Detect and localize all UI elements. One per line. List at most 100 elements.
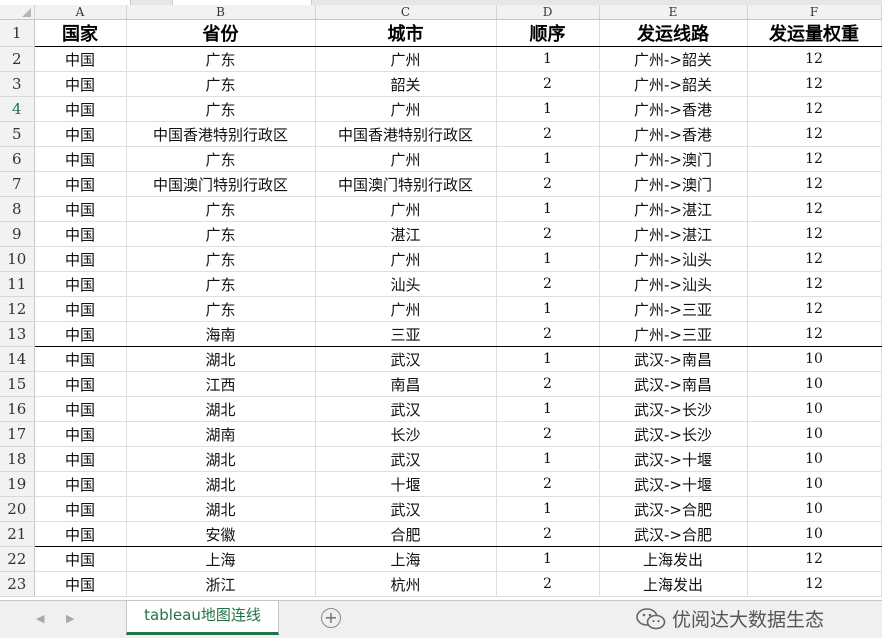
cell-city[interactable]: 中国香港特别行政区 [315, 121, 497, 147]
cell-route[interactable]: 武汉->长沙 [599, 396, 748, 422]
cell-order[interactable]: 1 [496, 146, 600, 172]
cell-city[interactable]: 杭州 [315, 571, 497, 597]
cell-province[interactable]: 广东 [126, 246, 316, 272]
cell-province[interactable]: 中国香港特别行政区 [126, 121, 316, 147]
row-number[interactable]: 6 [0, 146, 35, 172]
cell-country[interactable]: 中国 [34, 546, 127, 572]
cell-route[interactable]: 广州->湛江 [599, 221, 748, 247]
cell-province[interactable]: 海南 [126, 321, 316, 347]
row-number[interactable]: 8 [0, 196, 35, 222]
cell-country[interactable]: 中国 [34, 421, 127, 447]
cell-weight[interactable]: 12 [747, 71, 882, 97]
cell-weight[interactable]: 12 [747, 571, 882, 597]
cell-order[interactable]: 2 [496, 171, 600, 197]
cell-city[interactable]: 长沙 [315, 421, 497, 447]
column-header-b[interactable]: B [126, 5, 316, 20]
cell-route[interactable]: 广州->香港 [599, 96, 748, 122]
cell-city[interactable]: 韶关 [315, 71, 497, 97]
cell-country[interactable]: 中国 [34, 346, 127, 372]
cell-order[interactable]: 1 [496, 496, 600, 522]
row-number[interactable]: 18 [0, 446, 35, 472]
cell-city[interactable]: 合肥 [315, 521, 497, 547]
row-number[interactable]: 17 [0, 421, 35, 447]
cell-order[interactable]: 1 [496, 346, 600, 372]
row-number[interactable]: 2 [0, 46, 35, 72]
cell-province[interactable]: 湖北 [126, 471, 316, 497]
cell-route[interactable]: 武汉->南昌 [599, 346, 748, 372]
cell-province[interactable]: 广东 [126, 46, 316, 72]
cell-route[interactable]: 广州->澳门 [599, 146, 748, 172]
cell-weight[interactable]: 10 [747, 371, 882, 397]
cell-route[interactable]: 广州->澳门 [599, 171, 748, 197]
cell-country[interactable]: 中国 [34, 221, 127, 247]
cell-weight[interactable]: 10 [747, 521, 882, 547]
cell-order[interactable]: 2 [496, 571, 600, 597]
row-number[interactable]: 20 [0, 496, 35, 522]
cell-order[interactable]: 2 [496, 321, 600, 347]
row-number[interactable]: 11 [0, 271, 35, 297]
cell-route[interactable]: 广州->韶关 [599, 71, 748, 97]
cell-province[interactable]: 湖南 [126, 421, 316, 447]
cell-country[interactable]: 中国 [34, 521, 127, 547]
cell-weight[interactable]: 12 [747, 221, 882, 247]
cell-city[interactable]: 湛江 [315, 221, 497, 247]
cell-province[interactable]: 江西 [126, 371, 316, 397]
column-header-e[interactable]: E [599, 5, 748, 20]
cell-route[interactable]: 广州->汕头 [599, 246, 748, 272]
cell-country[interactable]: 中国 [34, 446, 127, 472]
row-number[interactable]: 3 [0, 71, 35, 97]
cell-weight[interactable]: 10 [747, 446, 882, 472]
chevron-right-icon[interactable]: ▶ [66, 612, 74, 625]
cell-order[interactable]: 2 [496, 71, 600, 97]
cell-order[interactable]: 1 [496, 196, 600, 222]
cell-province[interactable]: 广东 [126, 96, 316, 122]
cell-weight[interactable]: 12 [747, 96, 882, 122]
cell-route[interactable]: 广州->汕头 [599, 271, 748, 297]
cell-province[interactable]: 广东 [126, 71, 316, 97]
cell-city[interactable]: 武汉 [315, 346, 497, 372]
cell-weight[interactable]: 12 [747, 196, 882, 222]
cell-weight[interactable]: 12 [747, 546, 882, 572]
cell-order[interactable]: 1 [496, 246, 600, 272]
cell-weight[interactable]: 12 [747, 146, 882, 172]
cell-weight[interactable]: 12 [747, 246, 882, 272]
cell-weight[interactable]: 10 [747, 346, 882, 372]
cell-weight[interactable]: 12 [747, 121, 882, 147]
cell-city[interactable]: 广州 [315, 246, 497, 272]
cell-province[interactable]: 广东 [126, 196, 316, 222]
cell-city[interactable]: 城市 [315, 19, 497, 47]
cell-country[interactable]: 中国 [34, 296, 127, 322]
row-number[interactable]: 9 [0, 221, 35, 247]
cell-order[interactable]: 1 [496, 46, 600, 72]
cell-province[interactable]: 省份 [126, 19, 316, 47]
cell-country[interactable]: 中国 [34, 371, 127, 397]
cell-country[interactable]: 中国 [34, 196, 127, 222]
cell-route[interactable]: 上海发出 [599, 571, 748, 597]
cell-province[interactable]: 广东 [126, 271, 316, 297]
cell-weight[interactable]: 10 [747, 471, 882, 497]
cell-order[interactable]: 2 [496, 121, 600, 147]
cell-city[interactable]: 上海 [315, 546, 497, 572]
cell-country[interactable]: 中国 [34, 46, 127, 72]
row-number[interactable]: 14 [0, 346, 35, 372]
cell-province[interactable]: 湖北 [126, 346, 316, 372]
cell-city[interactable]: 广州 [315, 46, 497, 72]
cell-route[interactable]: 武汉->长沙 [599, 421, 748, 447]
row-number[interactable]: 22 [0, 546, 35, 572]
cell-city[interactable]: 广州 [315, 196, 497, 222]
row-number[interactable]: 1 [0, 19, 35, 47]
cell-province[interactable]: 湖北 [126, 496, 316, 522]
row-number[interactable]: 23 [0, 571, 35, 597]
cell-country[interactable]: 中国 [34, 96, 127, 122]
cell-country[interactable]: 中国 [34, 146, 127, 172]
cell-order[interactable]: 1 [496, 546, 600, 572]
cell-city[interactable]: 南昌 [315, 371, 497, 397]
cell-route[interactable]: 广州->湛江 [599, 196, 748, 222]
cell-weight[interactable]: 10 [747, 396, 882, 422]
cell-city[interactable]: 汕头 [315, 271, 497, 297]
chevron-left-icon[interactable]: ◀ [36, 612, 44, 625]
cell-country[interactable]: 中国 [34, 321, 127, 347]
cell-order[interactable]: 1 [496, 96, 600, 122]
cell-order[interactable]: 顺序 [496, 19, 600, 47]
cell-order[interactable]: 1 [496, 296, 600, 322]
